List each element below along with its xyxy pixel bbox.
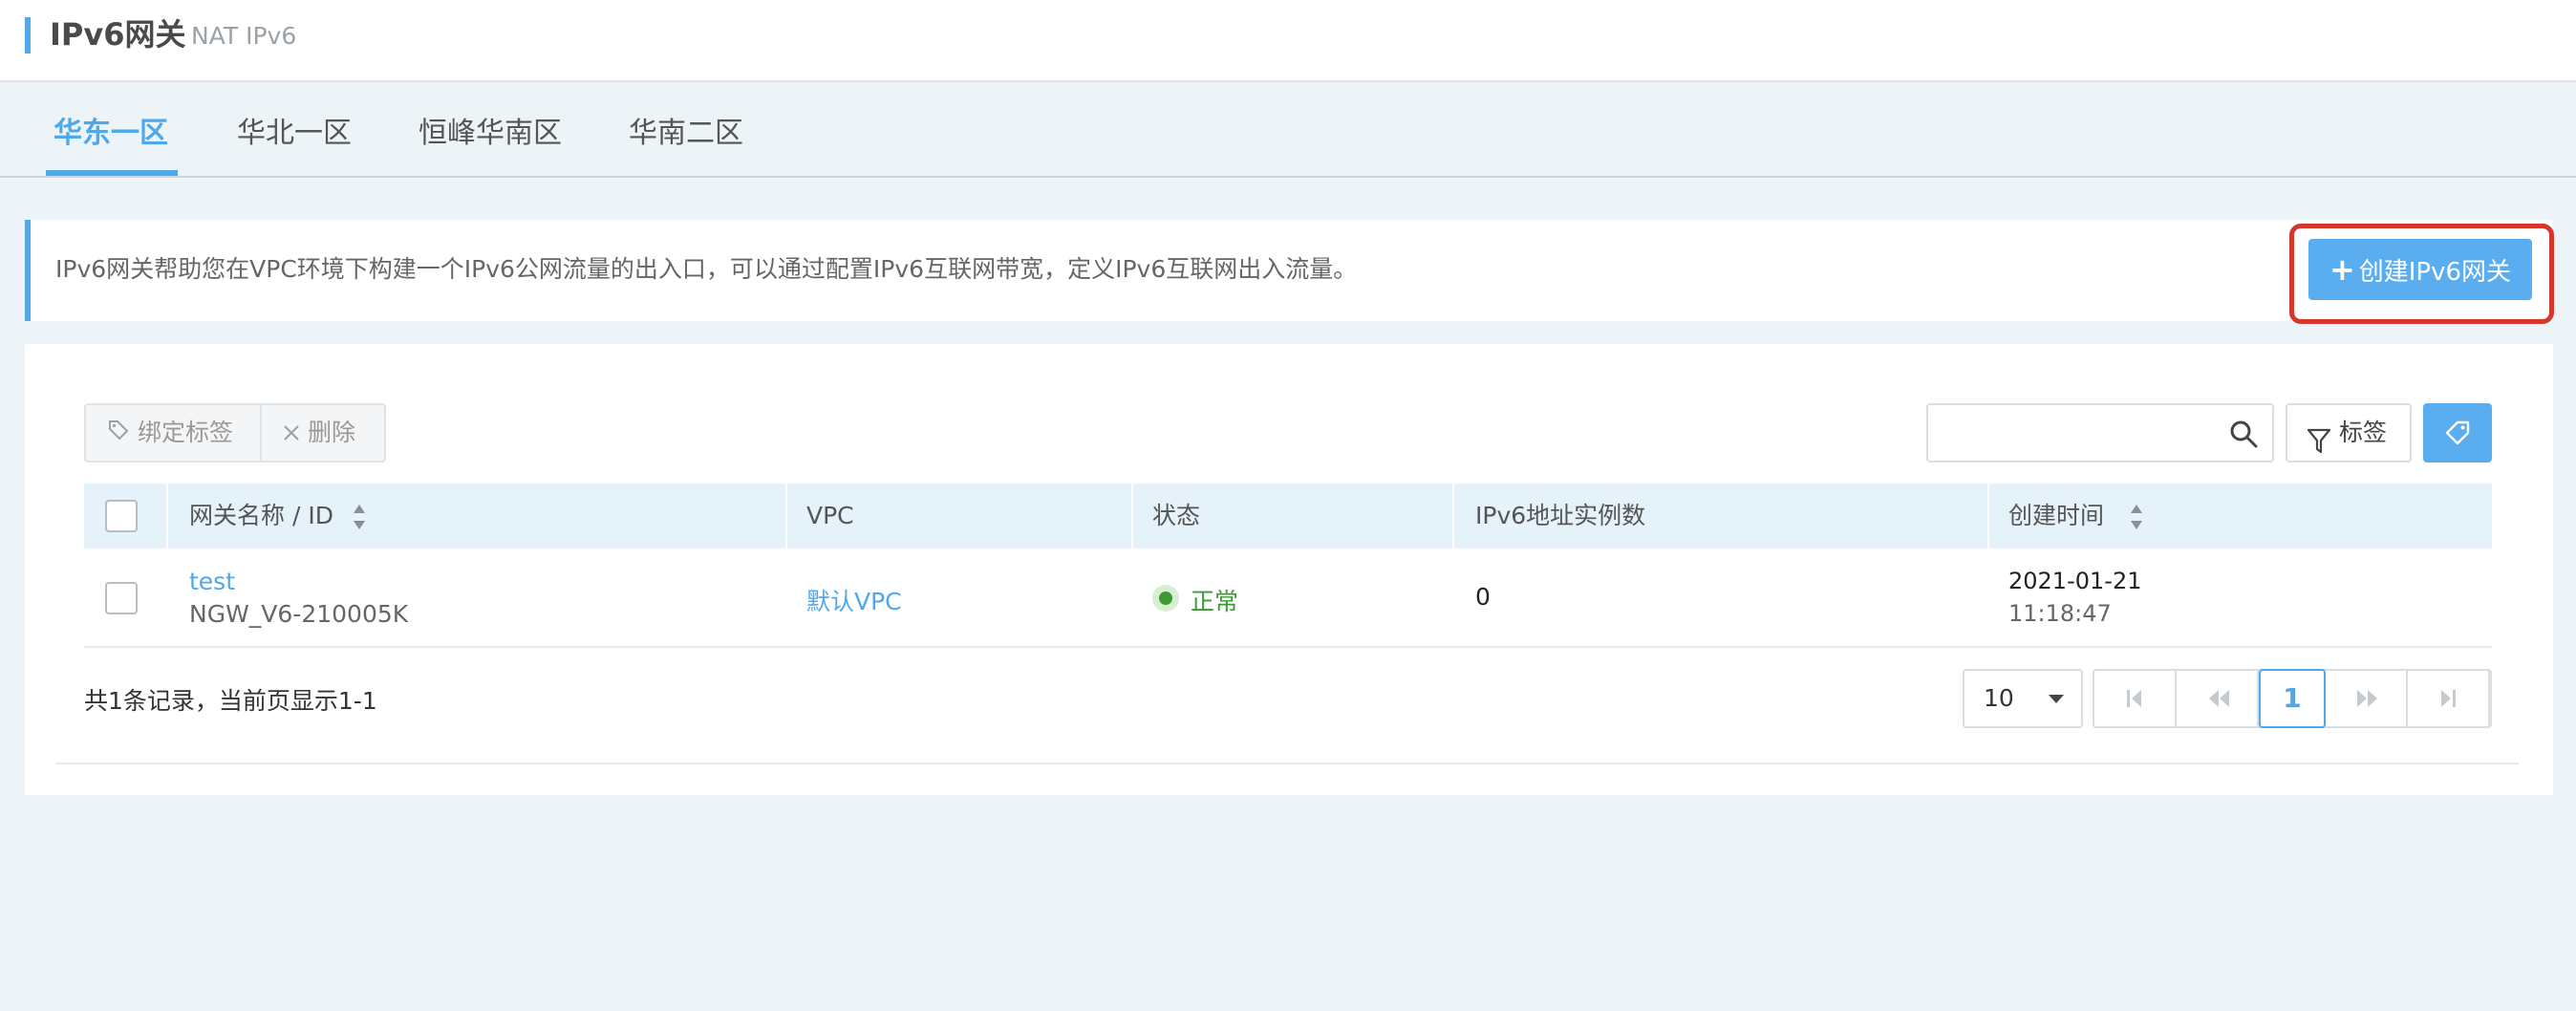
first-page-button[interactable] bbox=[2094, 671, 2177, 726]
info-notice: IPv6网关帮助您在VPC环境下构建一个IPv6公网流量的出入口，可以通过配置I… bbox=[25, 220, 2553, 321]
search-icon[interactable] bbox=[2228, 419, 2259, 449]
tag-filter-label: 标签 bbox=[2339, 419, 2388, 446]
sort-icon[interactable] bbox=[352, 503, 367, 531]
ipv6-count: 0 bbox=[1475, 583, 1491, 611]
row-checkbox[interactable] bbox=[105, 582, 138, 614]
created-time: 11:18:47 bbox=[2008, 600, 2112, 627]
sort-icon[interactable] bbox=[2129, 503, 2144, 531]
search-input[interactable] bbox=[1928, 405, 2215, 461]
tab-north-china-1[interactable]: 华北一区 bbox=[237, 115, 352, 153]
gateway-id: NGW_V6-210005K bbox=[189, 600, 409, 628]
tag-manage-button[interactable] bbox=[2423, 403, 2492, 462]
tab-hengfeng-south-china[interactable]: 恒峰华南区 bbox=[419, 115, 562, 153]
column-separator bbox=[1987, 484, 1989, 549]
created-date: 2021-01-21 bbox=[2008, 568, 2142, 594]
active-tab-underline bbox=[46, 170, 178, 176]
close-icon bbox=[283, 406, 300, 462]
bind-tag-button[interactable]: 绑定标签 bbox=[107, 405, 250, 461]
column-header-ipv6-count: IPv6地址实例数 bbox=[1475, 502, 1646, 529]
column-separator bbox=[1452, 484, 1454, 549]
column-separator bbox=[785, 484, 787, 549]
panel-divider bbox=[55, 763, 2519, 764]
region-tabs: 华东一区 华北一区 恒峰华南区 华南二区 bbox=[0, 82, 2576, 178]
page-subtitle: NAT IPv6 bbox=[191, 22, 297, 50]
page-title: IPv6网关 bbox=[50, 16, 186, 53]
delete-button[interactable]: 删除 bbox=[283, 405, 378, 461]
column-separator bbox=[1131, 484, 1133, 549]
last-page-button[interactable] bbox=[2408, 671, 2490, 726]
bind-tag-label: 绑定标签 bbox=[138, 419, 234, 446]
delete-label: 删除 bbox=[308, 419, 356, 446]
header-accent-bar bbox=[25, 17, 31, 54]
create-button-label: 创建IPv6网关 bbox=[2358, 258, 2512, 287]
column-header-created-time: 创建时间 bbox=[2008, 502, 2105, 529]
search-box bbox=[1926, 403, 2274, 462]
button-separator bbox=[260, 405, 262, 461]
page-size-value: 10 bbox=[1984, 684, 2014, 712]
table-row: test NGW_V6-210005K 默认VPC 正常 0 2021-01-2… bbox=[84, 549, 2492, 648]
vpc-link[interactable]: 默认VPC bbox=[806, 583, 902, 617]
prev-page-button[interactable] bbox=[2177, 671, 2259, 726]
first-page-icon bbox=[2127, 690, 2141, 707]
tag-filter-button[interactable]: 标签 bbox=[2286, 403, 2412, 462]
notice-text: IPv6网关帮助您在VPC环境下构建一个IPv6公网流量的出入口，可以通过配置I… bbox=[55, 255, 1358, 283]
status-ok-icon bbox=[1152, 585, 1179, 612]
column-header-vpc: VPC bbox=[806, 502, 854, 529]
batch-action-group: 绑定标签 删除 bbox=[84, 403, 386, 462]
create-ipv6-gateway-button[interactable]: + 创建IPv6网关 bbox=[2308, 239, 2532, 300]
record-summary: 共1条记录，当前页显示1-1 bbox=[84, 687, 377, 715]
chevron-down-icon bbox=[2049, 695, 2064, 703]
table-header: 网关名称 / ID VPC 状态 IPv6地址实例数 创建时间 bbox=[84, 484, 2492, 549]
current-page-button[interactable]: 1 bbox=[2259, 669, 2326, 728]
column-header-status: 状态 bbox=[1152, 502, 1201, 529]
tab-east-china-1[interactable]: 华东一区 bbox=[54, 115, 168, 153]
tag-icon bbox=[107, 406, 130, 462]
column-header-name: 网关名称 / ID bbox=[189, 502, 333, 529]
select-all-checkbox[interactable] bbox=[105, 500, 138, 532]
page-size-select[interactable]: 10 bbox=[1963, 669, 2083, 728]
plus-icon: + bbox=[2329, 251, 2355, 288]
tab-south-china-2[interactable]: 华南二区 bbox=[629, 115, 743, 153]
pagination: 1 bbox=[2093, 669, 2492, 728]
gateway-name-link[interactable]: test bbox=[189, 568, 235, 595]
page-header: IPv6网关 NAT IPv6 bbox=[0, 0, 2576, 82]
next-page-button[interactable] bbox=[2326, 671, 2408, 726]
filter-icon bbox=[2307, 419, 2331, 475]
column-separator bbox=[166, 484, 168, 549]
double-chevron-left-icon bbox=[2209, 690, 2229, 707]
status-text: 正常 bbox=[1191, 588, 1239, 615]
last-page-icon bbox=[2441, 690, 2456, 707]
tag-icon bbox=[2444, 419, 2471, 450]
double-chevron-right-icon bbox=[2357, 690, 2377, 707]
